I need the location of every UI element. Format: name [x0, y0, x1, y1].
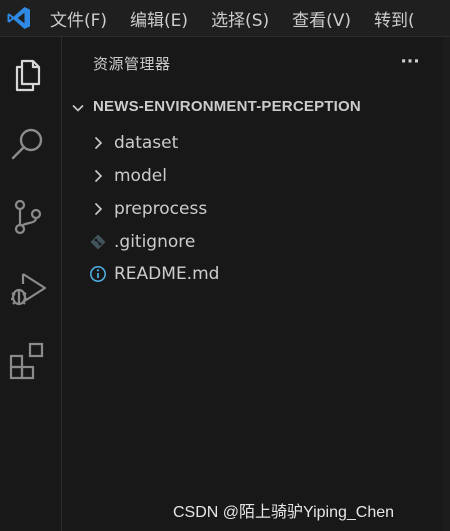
tree-item-label: dataset [114, 133, 179, 153]
tree-item-readme[interactable]: README.md [62, 259, 450, 289]
more-actions-button[interactable]: ··· [397, 49, 423, 75]
files-icon[interactable] [8, 55, 48, 95]
search-icon[interactable] [8, 125, 48, 165]
scrollbar-track[interactable] [443, 37, 450, 531]
source-control-icon[interactable] [8, 197, 48, 237]
menu-go[interactable]: 转到( [374, 6, 415, 31]
explorer-title: 资源管理器 [93, 55, 171, 73]
chevron-down-icon [72, 104, 84, 112]
extensions-icon[interactable] [8, 341, 48, 381]
chevron-right-icon [94, 136, 103, 150]
tree-item-model[interactable]: model [62, 161, 450, 191]
info-icon [90, 266, 106, 282]
chevron-right-icon [94, 169, 103, 183]
git-diamond-icon [90, 234, 106, 250]
menu-selection[interactable]: 选择(S) [211, 6, 269, 31]
title-bar: 文件(F) 编辑(E) 选择(S) 查看(V) 转到( [0, 0, 450, 37]
tree-item-label: model [114, 166, 167, 186]
tree-item-dataset[interactable]: dataset [62, 128, 450, 158]
menu-bar: 文件(F) 编辑(E) 选择(S) 查看(V) 转到( [50, 0, 438, 36]
tree-item-label: README.md [114, 264, 220, 284]
run-debug-icon[interactable] [8, 269, 48, 309]
chevron-right-icon [94, 202, 103, 216]
watermark-text: CSDN @陌上骑驴Yiping_Chen [173, 504, 395, 521]
tree-item-label: .gitignore [114, 232, 196, 252]
explorer-sidebar: 资源管理器 ··· NEWS-ENVIRONMENT-PERCEPTION da… [62, 37, 450, 531]
tree-item-label: preprocess [114, 199, 208, 219]
menu-file[interactable]: 文件(F) [50, 6, 107, 31]
root-folder-name: NEWS-ENVIRONMENT-PERCEPTION [93, 98, 361, 115]
menu-view[interactable]: 查看(V) [292, 6, 351, 31]
menu-edit[interactable]: 编辑(E) [130, 6, 188, 31]
tree-item-preprocess[interactable]: preprocess [62, 194, 450, 224]
tree-item-gitignore[interactable]: .gitignore [62, 227, 450, 257]
activity-bar [0, 37, 62, 531]
root-folder-header[interactable]: NEWS-ENVIRONMENT-PERCEPTION [62, 95, 450, 121]
vscode-logo-icon[interactable] [6, 5, 32, 31]
